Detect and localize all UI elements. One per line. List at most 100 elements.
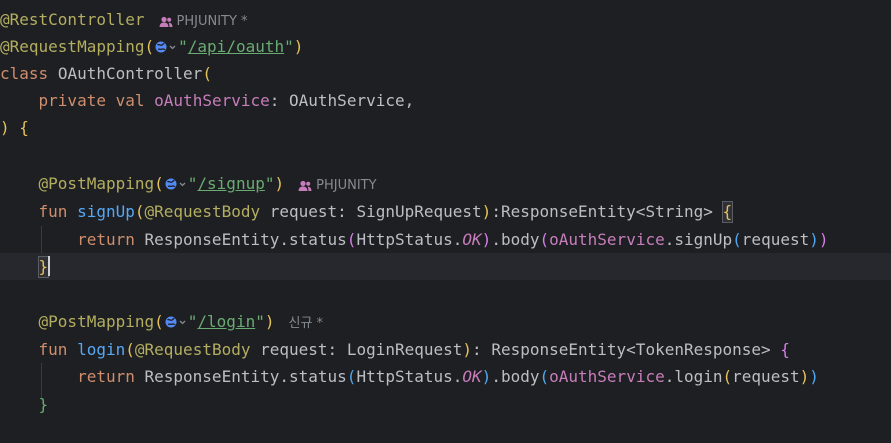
expression: ResponseEntity.status [144,230,347,249]
parameter-declaration: request: LoginRequest [250,340,463,359]
mapping-url-signup[interactable]: /signup [197,174,264,193]
open-paren: ( [154,174,164,193]
author-hint[interactable]: PHJUNITY [298,178,377,193]
code-line-12[interactable]: @PostMapping( "/login") 신규 * [0,308,891,335]
open-paren: ( [202,64,212,83]
annotation-request-body: @RequestBody [134,340,251,359]
property-oauth-service: oAuthService [549,230,665,249]
mapping-url-login[interactable]: /login [197,312,255,331]
code-line-13[interactable]: fun login(@RequestBody request: LoginReq… [0,336,891,363]
close-paren: ) [481,367,492,386]
code-line-10-current[interactable]: } [0,253,891,280]
class-name: OAuthController [57,64,203,83]
chevron-down-icon [179,320,186,325]
code-line-14[interactable]: return ResponseEntity.status(HttpStatus.… [0,363,891,390]
people-icon [159,16,172,27]
code-editor[interactable]: @RestController PHJUNITY * @RequestMappin… [0,0,891,443]
open-paren: ( [125,340,135,359]
text-caret [48,256,51,276]
new-code-hint[interactable]: 신규 * [288,316,323,331]
method-call: .login [664,367,723,386]
close-paren: ) [274,174,285,193]
expression: .body [491,230,540,249]
code-line-3[interactable]: class OAuthController( [0,60,891,87]
code-line-15[interactable]: } [0,391,891,418]
people-icon [298,180,312,191]
globe-icon[interactable] [164,311,188,328]
keyword-fun: fun [38,202,68,221]
type-oauth-service: OAuthService [289,91,405,110]
keyword-return: return [77,230,135,249]
open-paren: ( [722,367,733,386]
string-quote: " [284,37,294,56]
annotation-request-mapping: @RequestMapping [0,37,145,56]
open-paren: ( [539,367,550,386]
keyword-return: return [77,367,135,386]
argument: request [741,230,810,249]
property-oauth-service: oAuthService [549,367,665,386]
open-paren: ( [154,312,164,331]
expression: HttpStatus. [356,230,463,249]
expression: HttpStatus. [356,367,463,386]
string-quote: " [187,312,198,331]
open-paren: ( [144,37,155,56]
close-paren: ) [481,202,492,221]
code-line-1[interactable]: @RestController PHJUNITY * [0,6,891,33]
open-paren: ( [346,367,357,386]
close-paren: ) [264,312,275,331]
parameter-declaration: request: SignUpRequest [260,202,482,221]
open-paren: ( [346,230,357,249]
author-name: PHJUNITY [176,14,237,29]
code-line-5[interactable]: ) { [0,114,891,141]
open-brace: { [780,340,790,359]
annotation-post-mapping: @PostMapping [38,312,155,331]
enum-ok: OK [462,367,482,386]
string-quote: " [187,174,198,193]
keyword-fun: fun [38,340,68,359]
open-paren: ( [732,230,742,249]
code-line-9[interactable]: return ResponseEntity.status(HttpStatus.… [0,226,891,253]
open-paren: ( [134,202,145,221]
close-paren: ) [809,367,819,386]
modified-marker: * [241,14,248,29]
function-name-login: login [77,340,126,359]
chevron-down-icon [179,182,186,187]
string-quote: " [255,312,265,331]
code-line-8[interactable]: fun signUp(@RequestBody request: SignUpR… [0,198,891,225]
author-name: PHJUNITY [316,178,377,193]
close-paren: ) [293,37,304,56]
close-paren: ) [481,230,492,249]
author-hint[interactable]: PHJUNITY * [159,14,248,29]
close-paren: ) [809,230,819,249]
expression: .body [491,367,540,386]
property-oauth-service: oAuthService [154,91,270,110]
close-paren: ) [462,340,473,359]
argument: request [732,367,800,386]
annotation-rest-controller: @RestController [0,10,145,29]
expression: ResponseEntity.status [144,367,347,386]
globe-icon[interactable] [154,36,178,53]
comma: , [404,91,415,110]
return-type: : ResponseEntity<TokenResponse> [472,340,781,359]
keyword-val: val [115,91,145,110]
enum-ok: OK [462,230,482,249]
open-brace-matched: { [721,201,734,223]
chevron-down-icon [169,45,176,50]
method-call: .signUp [664,230,733,249]
mapping-url-api-oauth[interactable]: /api/oauth [188,37,284,56]
code-line-4[interactable]: private val oAuthService: OAuthService, [0,87,891,114]
keyword-private: private [38,91,106,110]
globe-icon[interactable] [164,173,188,190]
return-type: :ResponseEntity<String> [491,202,723,221]
close-brace-matched: } [37,256,50,278]
close-brace: } [38,395,49,414]
close-paren: ) [799,367,810,386]
annotation-post-mapping: @PostMapping [38,174,155,193]
open-paren: ( [539,230,550,249]
annotation-request-body: @RequestBody [144,202,261,221]
code-line-7[interactable]: @PostMapping("/signup") PHJUNITY [0,170,891,197]
code-line-2[interactable]: @RequestMapping("/api/oauth") [0,33,891,60]
function-name-signup: signUp [77,202,135,221]
open-brace: { [19,118,29,137]
keyword-class: class [0,64,49,83]
